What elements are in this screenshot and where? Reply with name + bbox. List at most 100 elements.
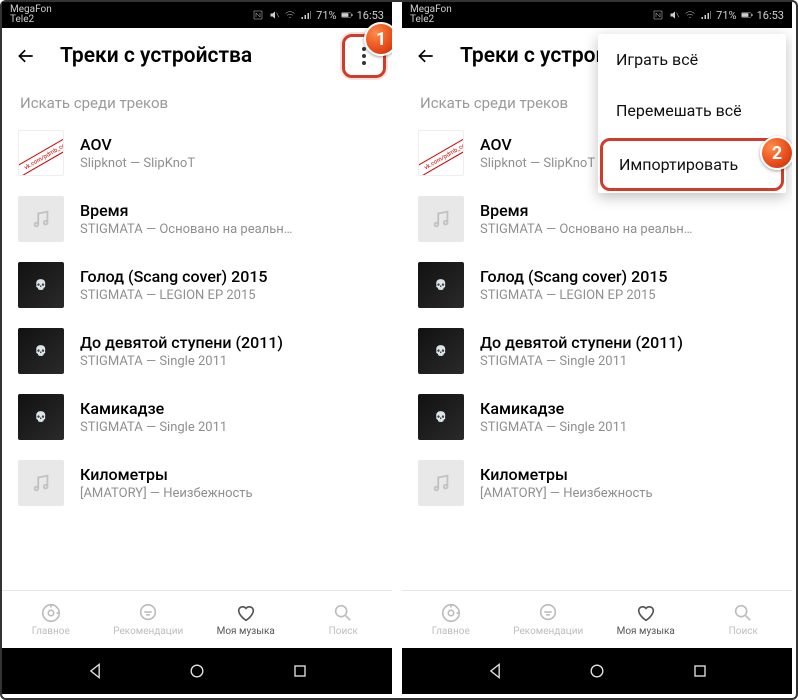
nav-label: Рекомендации <box>113 626 183 637</box>
track-row[interactable]: Время STIGMATA — Основано на реальн… <box>2 186 392 252</box>
track-title: Время <box>80 201 376 220</box>
android-nav-bar <box>2 648 392 694</box>
android-home-icon[interactable] <box>587 661 607 681</box>
status-bar: MegaFon Tele2 71% 16:53 <box>2 2 392 28</box>
track-thumbnail <box>418 196 464 242</box>
clock-label: 16:53 <box>757 9 784 22</box>
nav-label: Рекомендации <box>513 626 583 637</box>
track-thumbnail: 💀 <box>418 328 464 374</box>
app-bar: Треки с устройства <box>2 28 392 84</box>
track-thumbnail: 💀 <box>18 328 64 374</box>
track-row[interactable]: 💀 Камикадзе STIGMATA — Single 2011 <box>2 384 392 450</box>
track-title: Камикадзе <box>80 399 376 418</box>
heart-icon <box>635 602 657 624</box>
track-list[interactable]: vk.com/pdmb_core AOV Slipknot — SlipKnoT… <box>2 120 392 590</box>
carrier-2-label: Tele2 <box>410 15 452 25</box>
track-thumbnail: 💀 <box>18 262 64 308</box>
back-arrow-icon[interactable] <box>416 46 436 66</box>
track-subtitle: STIGMATA — Single 2011 <box>480 420 776 435</box>
nav-label: Моя музыка <box>217 626 275 637</box>
mute-icon <box>268 9 280 21</box>
battery-icon <box>741 9 753 21</box>
track-subtitle: STIGMATA — Single 2011 <box>480 354 776 369</box>
search-placeholder: Искать среди треков <box>20 94 168 112</box>
track-title: AOV <box>80 135 376 154</box>
callout-badge-1: 1 <box>364 22 392 56</box>
android-back-icon[interactable] <box>485 661 505 681</box>
track-row[interactable]: Время STIGMATA — Основано на реальн… <box>402 186 792 252</box>
track-thumbnail: vk.com/pdmb_core <box>18 130 64 176</box>
clock-label: 16:53 <box>357 9 384 22</box>
track-subtitle: STIGMATA — Основано на реальн… <box>80 222 376 237</box>
track-title: Километры <box>80 465 376 484</box>
music-note-icon <box>30 208 52 230</box>
track-row[interactable]: Километры [AMATORY] — Неизбежность <box>2 450 392 516</box>
track-subtitle: STIGMATA — LEGION EP 2015 <box>80 288 376 303</box>
nav-my-music[interactable]: Моя музыка <box>597 591 695 648</box>
track-row[interactable]: 💀 Голод (Scang cover) 2015 STIGMATA — LE… <box>2 252 392 318</box>
wifi-icon <box>684 9 696 21</box>
track-thumbnail: 💀 <box>18 394 64 440</box>
page-title: Треки с устройства <box>60 44 252 68</box>
track-thumbnail <box>18 196 64 242</box>
track-title: Голод (Scang cover) 2015 <box>80 267 376 286</box>
track-thumbnail: 💀 <box>418 262 464 308</box>
menu-import[interactable]: Импортировать <box>600 138 784 191</box>
android-recent-icon[interactable] <box>690 661 710 681</box>
track-subtitle: Slipknot — SlipKnoT <box>80 156 376 171</box>
wifi-icon <box>284 9 296 21</box>
search-input[interactable]: Искать среди треков <box>2 84 392 120</box>
battery-pct-label: 71% <box>316 9 336 22</box>
track-title: До девятой ступени (2011) <box>480 333 776 352</box>
nav-home[interactable]: Главное <box>2 591 100 648</box>
nav-label: Поиск <box>329 626 358 637</box>
nav-search[interactable]: Поиск <box>695 591 793 648</box>
nav-search[interactable]: Поиск <box>295 591 393 648</box>
disc-icon <box>440 602 462 624</box>
track-title: Километры <box>480 465 776 484</box>
nfc-icon <box>252 9 264 21</box>
track-row[interactable]: 💀 Камикадзе STIGMATA — Single 2011 <box>402 384 792 450</box>
menu-play-all[interactable]: Играть всё <box>598 34 786 85</box>
menu-shuffle-all[interactable]: Перемешать всё <box>598 85 786 136</box>
nav-recommendations[interactable]: Рекомендации <box>500 591 598 648</box>
track-thumbnail <box>418 460 464 506</box>
track-subtitle: [AMATORY] — Неизбежность <box>80 486 376 501</box>
phone-left: MegaFon Tele2 71% 16:53 Треки с устройст… <box>2 2 392 694</box>
track-row[interactable]: Километры [AMATORY] — Неизбежность <box>402 450 792 516</box>
nav-label: Главное <box>32 626 70 637</box>
chat-icon <box>537 602 559 624</box>
track-subtitle: STIGMATA — Single 2011 <box>80 420 376 435</box>
bottom-nav: Главное Рекомендации Моя музыка Поиск <box>2 590 392 648</box>
nav-home[interactable]: Главное <box>402 591 500 648</box>
chat-icon <box>137 602 159 624</box>
track-thumbnail <box>18 460 64 506</box>
options-dropdown: Играть всё Перемешать всё Импортировать <box>598 34 786 193</box>
nav-label: Главное <box>432 626 470 637</box>
track-row[interactable]: 💀 До девятой ступени (2011) STIGMATA — S… <box>402 318 792 384</box>
track-row[interactable]: vk.com/pdmb_core AOV Slipknot — SlipKnoT <box>2 120 392 186</box>
carrier-2-label: Tele2 <box>10 15 52 25</box>
track-row[interactable]: 💀 До девятой ступени (2011) STIGMATA — S… <box>2 318 392 384</box>
signal-icon <box>700 9 712 21</box>
track-thumbnail: vk.com/pdmb_core <box>418 130 464 176</box>
more-vertical-icon <box>362 47 366 65</box>
nav-my-music[interactable]: Моя музыка <box>197 591 295 648</box>
battery-pct-label: 71% <box>716 9 736 22</box>
signal-icon <box>300 9 312 21</box>
music-note-icon <box>30 472 52 494</box>
music-note-icon <box>430 208 452 230</box>
android-home-icon[interactable] <box>187 661 207 681</box>
track-subtitle: [AMATORY] — Неизбежность <box>480 486 776 501</box>
track-subtitle: STIGMATA — LEGION EP 2015 <box>480 288 776 303</box>
android-recent-icon[interactable] <box>290 661 310 681</box>
nav-recommendations[interactable]: Рекомендации <box>100 591 198 648</box>
nav-label: Моя музыка <box>617 626 675 637</box>
heart-icon <box>235 602 257 624</box>
battery-icon <box>341 9 353 21</box>
status-bar: MegaFon Tele2 71% 16:53 <box>402 2 792 28</box>
android-back-icon[interactable] <box>85 661 105 681</box>
back-arrow-icon[interactable] <box>16 46 36 66</box>
track-row[interactable]: 💀 Голод (Scang cover) 2015 STIGMATA — LE… <box>402 252 792 318</box>
callout-badge-2: 2 <box>760 136 792 170</box>
